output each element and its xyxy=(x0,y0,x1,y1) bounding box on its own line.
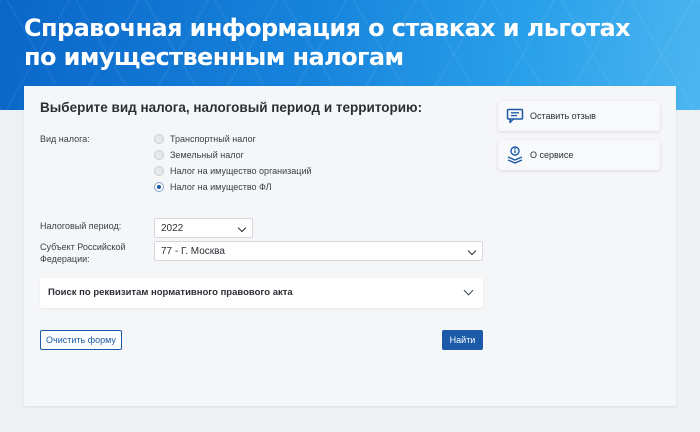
radio-button[interactable] xyxy=(154,166,164,176)
radio-button[interactable] xyxy=(154,150,164,160)
region-label: Субъект Российской Федерации: xyxy=(40,241,126,265)
radio-transport-tax[interactable]: Транспортный налог xyxy=(154,132,256,146)
period-label: Налоговый период: xyxy=(40,221,122,231)
radio-label: Транспортный налог xyxy=(170,134,256,144)
radio-land-tax[interactable]: Земельный налог xyxy=(154,148,244,162)
clear-form-button[interactable]: Очистить форму xyxy=(40,330,122,350)
tax-type-label: Вид налога: xyxy=(40,134,90,144)
radio-org-property-tax[interactable]: Налог на имущество организаций xyxy=(154,164,312,178)
radio-button-selected[interactable] xyxy=(154,182,164,192)
feedback-button[interactable]: Оставить отзыв xyxy=(498,101,660,131)
radio-personal-property-tax[interactable]: Налог на имущество ФЛ xyxy=(154,180,272,194)
region-label-line1: Субъект Российской xyxy=(40,242,126,252)
legal-act-search-accordion[interactable]: Поиск по реквизитам нормативного правово… xyxy=(40,278,483,308)
radio-button[interactable] xyxy=(154,134,164,144)
chevron-down-icon xyxy=(237,223,247,233)
chevron-down-icon[interactable] xyxy=(463,285,474,296)
about-service-label: О сервисе xyxy=(530,150,574,160)
region-value: 77 - Г. Москва xyxy=(161,245,225,257)
page-title: Справочная информация о ставках и льгота… xyxy=(24,14,631,71)
radio-label: Налог на имущество организаций xyxy=(170,166,312,176)
info-stack-icon xyxy=(506,146,524,164)
chat-icon xyxy=(506,107,524,125)
find-button[interactable]: Найти xyxy=(442,330,483,350)
about-service-button[interactable]: О сервисе xyxy=(498,140,660,170)
form-title: Выберите вид налога, налоговый период и … xyxy=(40,100,423,115)
region-select[interactable]: 77 - Г. Москва xyxy=(154,241,483,261)
period-select[interactable]: 2022 xyxy=(154,218,253,238)
radio-label: Земельный налог xyxy=(170,150,244,160)
accordion-title: Поиск по реквизитам нормативного правово… xyxy=(48,287,293,298)
chevron-down-icon xyxy=(467,246,477,256)
period-value: 2022 xyxy=(161,222,184,234)
feedback-label: Оставить отзыв xyxy=(530,111,596,121)
radio-label: Налог на имущество ФЛ xyxy=(170,182,272,192)
region-label-line2: Федерации: xyxy=(40,254,90,264)
